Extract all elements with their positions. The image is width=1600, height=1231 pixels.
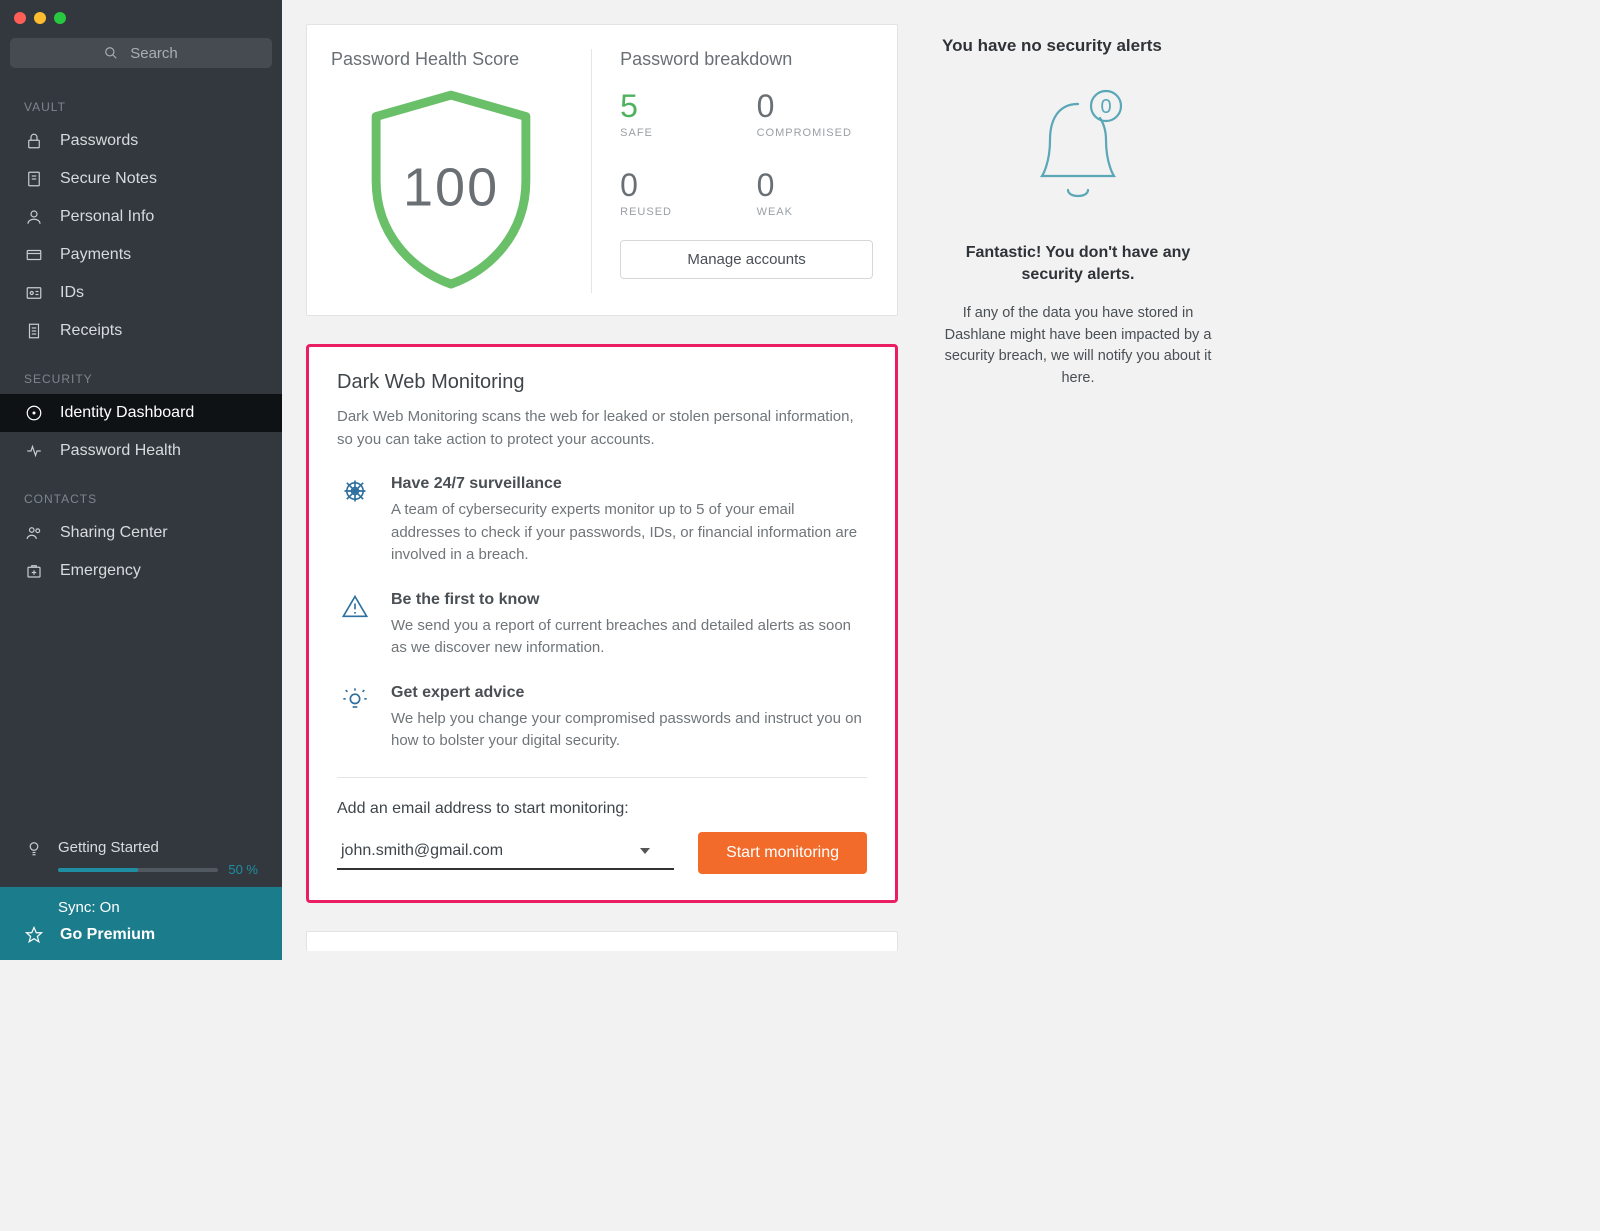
feature-first-to-know: Be the first to know We send you a repor… (337, 591, 867, 660)
section-label-contacts: CONTACTS (0, 470, 282, 514)
getting-started[interactable]: Getting Started 50 % (0, 827, 282, 887)
sidebar-item-receipts[interactable]: Receipts (0, 312, 282, 350)
sidebar-item-password-health[interactable]: Password Health (0, 432, 282, 470)
getting-started-label: Getting Started (58, 839, 258, 856)
medkit-icon (24, 562, 44, 580)
feature-body: We help you change your compromised pass… (391, 708, 867, 753)
sidebar-item-secure-notes[interactable]: Secure Notes (0, 160, 282, 198)
app-window: Search VAULT Passwords Secure Notes Pers… (0, 0, 1240, 960)
progress-bar (58, 868, 218, 872)
darkweb-title: Dark Web Monitoring (337, 371, 867, 394)
target-icon (24, 404, 44, 422)
sidebar-item-passwords[interactable]: Passwords (0, 122, 282, 160)
stat-reused: 0 REUSED (620, 167, 736, 218)
maximize-window-icon[interactable] (54, 12, 66, 24)
feature-title: Get expert advice (391, 684, 867, 702)
svg-text:0: 0 (1100, 96, 1111, 118)
health-score-title: Password Health Score (331, 49, 571, 70)
search-input[interactable]: Search (10, 38, 272, 68)
health-shield: 100 (361, 88, 541, 293)
stat-safe: 5 SAFE (620, 88, 736, 139)
stat-value: 0 (757, 167, 873, 204)
sidebar-item-label: Identity Dashboard (60, 404, 194, 422)
bell-icon: 0 (1028, 86, 1128, 216)
sidebar-item-label: Emergency (60, 562, 141, 580)
alerts-title: You have no security alerts (942, 36, 1214, 56)
sidebar-item-label: Password Health (60, 442, 181, 460)
person-icon (24, 208, 44, 226)
sidebar-item-sharing-center[interactable]: Sharing Center (0, 514, 282, 552)
sidebar-item-label: Personal Info (60, 208, 154, 226)
breakdown-title: Password breakdown (620, 49, 873, 70)
close-window-icon[interactable] (14, 12, 26, 24)
start-monitoring-button[interactable]: Start monitoring (698, 832, 867, 874)
stat-label: WEAK (757, 206, 873, 218)
window-controls (0, 0, 282, 32)
chevron-down-icon (640, 848, 650, 854)
sidebar-item-ids[interactable]: IDs (0, 274, 282, 312)
main-area: Password Health Score 100 Password break… (282, 0, 1240, 960)
manage-accounts-button[interactable]: Manage accounts (620, 240, 873, 279)
web-spider-icon (337, 475, 373, 567)
stat-value: 0 (757, 88, 873, 125)
sidebar-item-label: Secure Notes (60, 170, 157, 188)
alerts-body: If any of the data you have stored in Da… (942, 303, 1214, 390)
darkweb-description: Dark Web Monitoring scans the web for le… (337, 406, 867, 451)
lock-icon (24, 132, 44, 150)
sidebar-item-emergency[interactable]: Emergency (0, 552, 282, 590)
id-card-icon (24, 284, 44, 302)
health-breakdown-card: Password Health Score 100 Password break… (306, 24, 898, 316)
sidebar-item-label: Receipts (60, 322, 122, 340)
email-value: john.smith@gmail.com (341, 842, 503, 860)
search-placeholder: Search (130, 45, 178, 62)
stat-label: SAFE (620, 127, 736, 139)
feature-expert-advice: Get expert advice We help you change you… (337, 684, 867, 753)
stat-label: COMPROMISED (757, 127, 873, 139)
sidebar-item-identity-dashboard[interactable]: Identity Dashboard (0, 394, 282, 432)
sidebar-item-label: Passwords (60, 132, 138, 150)
email-prompt: Add an email address to start monitoring… (337, 800, 867, 818)
stat-weak: 0 WEAK (757, 167, 873, 218)
sidebar-item-payments[interactable]: Payments (0, 236, 282, 274)
star-icon (24, 926, 44, 944)
alert-triangle-icon (337, 591, 373, 660)
feature-surveillance: Have 24/7 surveillance A team of cyberse… (337, 475, 867, 567)
alerts-subtitle: Fantastic! You don't have any security a… (942, 242, 1214, 287)
sidebar-item-label: Sharing Center (60, 524, 168, 542)
stat-compromised: 0 COMPROMISED (757, 88, 873, 139)
users-icon (24, 524, 44, 542)
stat-label: REUSED (620, 206, 736, 218)
feature-body: We send you a report of current breaches… (391, 615, 867, 660)
sidebar-item-label: IDs (60, 284, 84, 302)
premium-label: Go Premium (60, 926, 155, 944)
health-score-value: 100 (403, 156, 499, 218)
progress-percent: 50 % (228, 862, 258, 877)
section-label-vault: VAULT (0, 78, 282, 122)
feature-title: Be the first to know (391, 591, 867, 609)
email-dropdown[interactable]: john.smith@gmail.com (337, 836, 674, 870)
stat-value: 0 (620, 167, 736, 204)
search-icon (104, 46, 118, 60)
bell-illustration: 0 (942, 86, 1214, 216)
credit-card-icon (24, 246, 44, 264)
feature-title: Have 24/7 surveillance (391, 475, 867, 493)
dark-web-card: Dark Web Monitoring Dark Web Monitoring … (306, 344, 898, 903)
sidebar-item-label: Payments (60, 246, 131, 264)
alerts-panel: You have no security alerts 0 Fantastic!… (916, 0, 1240, 960)
feature-body: A team of cybersecurity experts monitor … (391, 499, 867, 567)
next-card-peek (306, 931, 898, 951)
minimize-window-icon[interactable] (34, 12, 46, 24)
lightbulb-icon (337, 684, 373, 753)
activity-icon (24, 442, 44, 460)
lightbulb-icon (24, 839, 44, 857)
sidebar-item-personal-info[interactable]: Personal Info (0, 198, 282, 236)
divider (337, 777, 867, 778)
receipt-icon (24, 322, 44, 340)
go-premium[interactable]: Go Premium (0, 920, 282, 960)
section-label-security: SECURITY (0, 350, 282, 394)
stat-value: 5 (620, 88, 736, 125)
sidebar: Search VAULT Passwords Secure Notes Pers… (0, 0, 282, 960)
sync-status[interactable]: Sync: On (0, 887, 282, 920)
note-icon (24, 170, 44, 188)
